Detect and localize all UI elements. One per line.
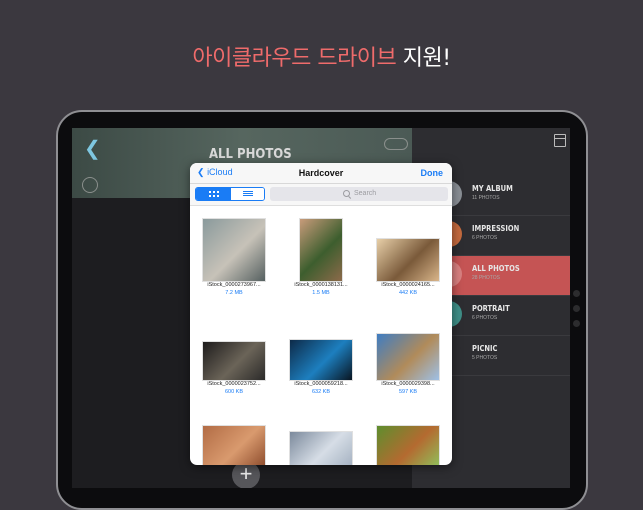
bookmark-icon[interactable] bbox=[554, 134, 566, 147]
file-thumbnail bbox=[376, 425, 440, 465]
search-icon bbox=[343, 190, 350, 197]
add-button[interactable]: + bbox=[232, 461, 260, 488]
file-thumbnail bbox=[202, 341, 266, 381]
file-name: iStock_0000059218... bbox=[294, 381, 348, 387]
file-thumbnail bbox=[202, 425, 266, 465]
file-thumbnail bbox=[202, 218, 266, 282]
search-input[interactable]: Search bbox=[270, 187, 448, 201]
album-count: 28 PHOTOS bbox=[472, 275, 500, 281]
side-button bbox=[573, 290, 580, 297]
view-mode-control bbox=[195, 187, 265, 201]
back-chevron-icon[interactable]: ❮ bbox=[84, 136, 101, 161]
document-picker: ❮ iCloud Hardcover Done Search iStock_00 bbox=[190, 163, 452, 465]
picker-toolbar: Search bbox=[190, 184, 452, 206]
file-thumbnail bbox=[376, 238, 440, 282]
done-button[interactable]: Done bbox=[421, 168, 444, 178]
file-size: 1.5 MB bbox=[312, 290, 330, 296]
file-item[interactable]: iStock_0000023752... 600 KB bbox=[193, 315, 275, 395]
album-name: PORTRAIT bbox=[472, 304, 510, 313]
file-size: 632 KB bbox=[311, 389, 331, 395]
album-name: ALL PHOTOS bbox=[472, 264, 520, 273]
album-name: MY ALBUM bbox=[472, 184, 513, 193]
file-name: iStock_0000023752... bbox=[207, 381, 261, 387]
file-thumbnail bbox=[376, 333, 440, 381]
list-view-button[interactable] bbox=[231, 188, 264, 200]
file-item[interactable]: iStock_0000024165... 442 KB bbox=[367, 216, 449, 296]
album-count: 6 PHOTOS bbox=[472, 235, 498, 241]
grid-view-button[interactable] bbox=[196, 188, 231, 200]
file-thumbnail bbox=[299, 218, 343, 282]
album-count: 5 PHOTOS bbox=[472, 355, 498, 361]
album-count: 11 PHOTOS bbox=[472, 195, 500, 201]
side-button bbox=[573, 320, 580, 327]
file-name: iStock_0000029398... bbox=[381, 381, 435, 387]
file-name: iStock_0000024165... bbox=[381, 282, 435, 288]
file-item[interactable]: iStock_0000273967... 7.2 MB bbox=[193, 216, 275, 296]
picker-title: Hardcover bbox=[298, 168, 344, 178]
side-button bbox=[573, 305, 580, 312]
file-item[interactable]: iStock_0000018941... bbox=[367, 403, 449, 465]
file-item[interactable]: iStock_0000057193... bbox=[280, 403, 362, 465]
picker-navbar: ❮ iCloud Hardcover Done bbox=[190, 163, 452, 184]
headline-accent: 아이클라우드 드라이브 bbox=[192, 46, 397, 71]
headline: 아이클라우드 드라이브 지원! bbox=[0, 40, 643, 72]
file-item[interactable]: iStock_0000059218... 632 KB bbox=[280, 315, 362, 395]
file-thumbnail bbox=[289, 339, 353, 381]
album-name: IMPRESSION bbox=[472, 224, 520, 233]
file-item[interactable]: iStock_0000138131... 1.5 MB bbox=[280, 216, 362, 296]
album-count: 6 PHOTOS bbox=[472, 315, 498, 321]
search-placeholder: Search bbox=[354, 190, 377, 197]
file-item[interactable]: iStock_0000029398... 597 KB bbox=[367, 315, 449, 395]
headline-rest: 지원! bbox=[396, 46, 451, 71]
circle-icon[interactable] bbox=[82, 177, 98, 193]
file-thumbnail bbox=[289, 431, 353, 465]
file-size: 7.2 MB bbox=[225, 290, 243, 296]
album-name: PICNIC bbox=[472, 344, 498, 353]
file-size: 597 KB bbox=[398, 389, 418, 395]
file-name: iStock_0000138131... bbox=[294, 282, 348, 288]
grid-icon bbox=[209, 191, 219, 197]
file-size: 600 KB bbox=[224, 389, 244, 395]
list-icon bbox=[243, 191, 253, 197]
toggle-icon[interactable] bbox=[384, 138, 408, 150]
file-name: iStock_0000273967... bbox=[207, 282, 261, 288]
file-item[interactable]: iStock_0000032754... bbox=[193, 403, 275, 465]
file-size: 442 KB bbox=[398, 290, 418, 296]
album-title: ALL PHOTOS bbox=[209, 147, 292, 162]
